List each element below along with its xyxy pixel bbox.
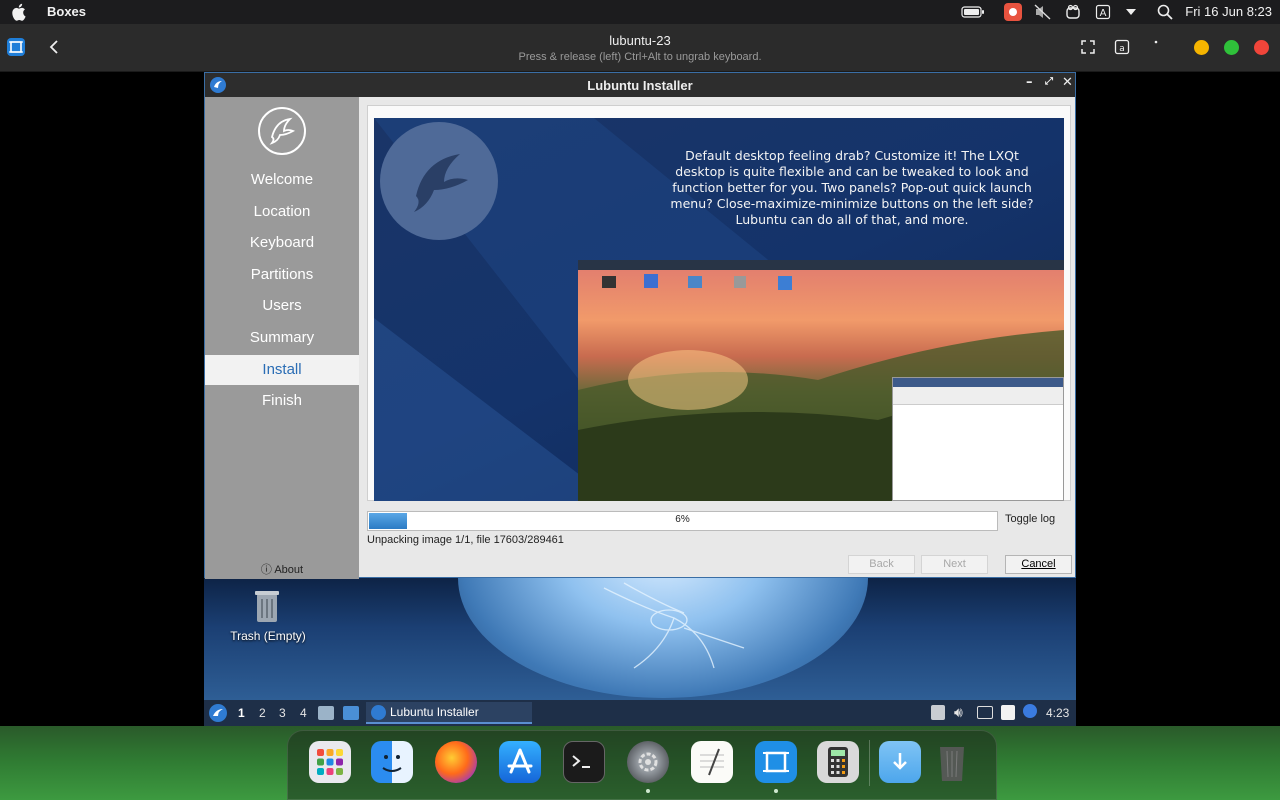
screenshot-computer-icon <box>602 276 616 288</box>
minimize-icon[interactable]: – <box>1026 75 1033 90</box>
slide-text: Default desktop feeling drab? Customize … <box>670 148 1034 227</box>
step-welcome: Welcome <box>250 171 314 188</box>
system-preferences-icon[interactable] <box>627 741 669 783</box>
slide-bird-logo-icon <box>380 122 498 240</box>
minimize-window-button[interactable] <box>1194 40 1209 55</box>
running-indicator <box>774 789 778 793</box>
about-label: About <box>274 564 304 576</box>
screenshot-network-icon <box>688 276 702 288</box>
step-users: Users <box>262 297 302 314</box>
app-menu-name[interactable]: Boxes <box>47 4 86 19</box>
downloads-folder-icon[interactable] <box>879 741 921 783</box>
app-store-icon[interactable] <box>499 741 541 783</box>
installer-window: Lubuntu Installer – ⤢ ✕ Welcome Location… <box>204 72 1076 579</box>
battery-icon[interactable] <box>960 3 986 21</box>
vm-desktop-wallpaper: Trash (Empty) <box>204 578 1076 700</box>
game-controller-icon[interactable] <box>1063 3 1083 21</box>
dropdown-arrow-icon[interactable] <box>1122 3 1140 21</box>
install-progress-bar: 6% <box>367 511 998 531</box>
installer-sidebar: Welcome Location Keyboard Partitions Use… <box>205 97 359 579</box>
show-desktop-icon[interactable] <box>343 706 359 720</box>
fullscreen-icon[interactable] <box>1080 39 1096 55</box>
back-button[interactable]: Back <box>848 555 915 574</box>
firefox-icon[interactable] <box>435 741 477 783</box>
boxes-icon[interactable] <box>755 741 797 783</box>
installer-titlebar[interactable]: Lubuntu Installer – ⤢ ✕ <box>205 73 1075 97</box>
running-indicator <box>646 789 650 793</box>
maximize-icon[interactable]: ⤢ <box>1045 76 1053 87</box>
trash-icon[interactable] <box>931 741 973 783</box>
trash-desktop-icon[interactable] <box>250 588 284 624</box>
lxqt-panel: 1 2 3 4 Lubuntu Installer 🔊︎ 4:23 <box>204 700 1076 726</box>
menu-dots-icon[interactable] <box>1150 39 1166 55</box>
launchpad-icon[interactable] <box>309 741 351 783</box>
step-summary: Summary <box>249 329 315 346</box>
screenshot-trash-icon <box>734 276 746 288</box>
slideshow-slide: Default desktop feeling drab? Customize … <box>374 118 1064 501</box>
updates-icon[interactable] <box>1023 704 1037 718</box>
apple-icon[interactable] <box>12 3 28 21</box>
taskbar-item-label: Lubuntu Installer <box>390 705 479 719</box>
maximize-window-button[interactable] <box>1224 40 1239 55</box>
cancel-button[interactable]: Cancel <box>1005 555 1072 574</box>
calculator-icon[interactable] <box>817 741 859 783</box>
boxes-header-bar: lubuntu-23 Press & release (left) Ctrl+A… <box>0 24 1280 72</box>
next-button[interactable]: Next <box>921 555 988 574</box>
record-indicator-icon[interactable] <box>1003 3 1023 21</box>
input-method-icon[interactable]: A <box>1093 3 1113 21</box>
terminal-icon[interactable] <box>563 741 605 783</box>
start-menu-icon[interactable] <box>209 704 227 722</box>
textedit-icon[interactable] <box>691 741 733 783</box>
trash-desktop-label[interactable]: Trash (Empty) <box>218 629 318 643</box>
taskbar-item-installer[interactable]: Lubuntu Installer <box>366 702 532 724</box>
wallpaper-lobster-icon <box>603 582 745 669</box>
slide-desktop-screenshot <box>578 260 1064 501</box>
screenshot-text-editor <box>892 377 1064 501</box>
volume-icon[interactable]: 🔊︎ <box>954 704 963 721</box>
screenshot-help-icon <box>644 274 658 288</box>
menubar-clock[interactable]: Fri 16 Jun 8:23 <box>1185 4 1272 19</box>
screenshot-home-icon <box>778 276 792 290</box>
keyboard-grab-icon[interactable]: a <box>1114 39 1130 55</box>
workspace-2[interactable]: 2 <box>259 706 266 720</box>
file-manager-icon[interactable] <box>318 706 334 720</box>
finder-icon[interactable] <box>371 741 413 783</box>
workspace-4[interactable]: 4 <box>300 706 307 720</box>
dock-separator <box>869 740 870 786</box>
step-partitions: Partitions <box>250 266 314 283</box>
slideshow-frame: Default desktop feeling drab? Customize … <box>367 105 1071 501</box>
screenshot-panel <box>578 260 1064 270</box>
step-finish: Finish <box>261 392 302 409</box>
close-icon[interactable]: ✕ <box>1062 75 1073 90</box>
panel-clock[interactable]: 4:23 <box>1046 706 1069 720</box>
workspace-1[interactable]: 1 <box>238 706 245 720</box>
clipboard-icon[interactable] <box>931 705 945 720</box>
installer-task-icon <box>371 705 386 720</box>
vm-display[interactable]: Trash (Empty) Lubuntu Installer – ⤢ ✕ We… <box>204 72 1076 726</box>
menubar: Boxes A Fri 16 Jun 8:23 <box>0 0 1280 24</box>
install-status-text: Unpacking image 1/1, file 17603/289461 <box>367 534 564 546</box>
progress-percent: 6% <box>675 514 690 525</box>
about-button[interactable]: ⓘ About <box>205 561 359 577</box>
step-install: Install <box>205 355 359 385</box>
toggle-log-button[interactable]: Toggle log <box>1005 513 1055 525</box>
close-window-button[interactable] <box>1254 40 1269 55</box>
network-icon[interactable] <box>977 706 993 719</box>
svg-text:A: A <box>1100 8 1107 19</box>
info-icon: ⓘ <box>260 564 272 576</box>
mute-icon[interactable] <box>1033 3 1053 21</box>
notes-icon[interactable] <box>1001 705 1015 720</box>
workspace-3[interactable]: 3 <box>279 706 286 720</box>
step-location: Location <box>253 203 311 220</box>
step-keyboard: Keyboard <box>249 234 315 251</box>
installer-title: Lubuntu Installer <box>587 78 693 93</box>
lubuntu-bird-logo-icon <box>258 107 306 155</box>
svg-text:a: a <box>1119 44 1125 54</box>
search-icon[interactable] <box>1155 3 1175 21</box>
